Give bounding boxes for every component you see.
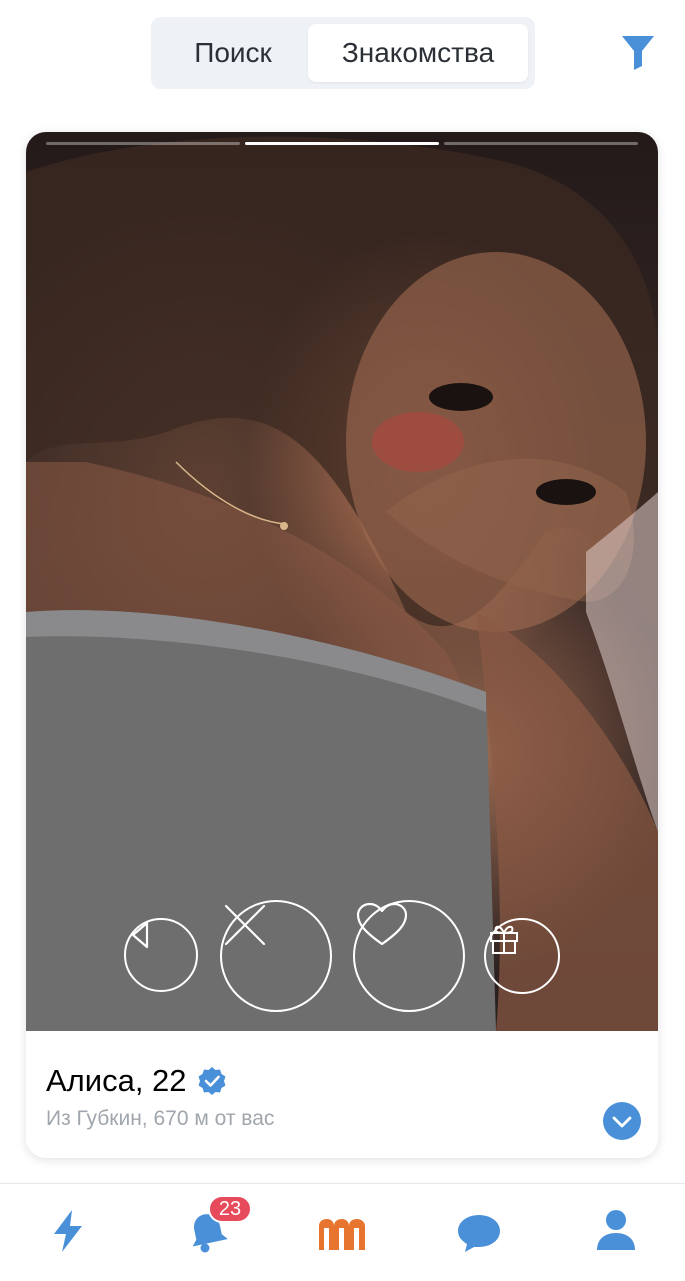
- gift-icon: [490, 925, 518, 954]
- back-icon: [131, 921, 149, 949]
- profile-photo[interactable]: [26, 132, 658, 1031]
- notifications-badge: 23: [208, 1195, 252, 1223]
- chevron-down-icon: [603, 1102, 641, 1140]
- name-row: Алиса, 22: [46, 1063, 227, 1099]
- progress-segment: [444, 142, 638, 145]
- progress-segment-active: [245, 142, 439, 145]
- profile-icon: [597, 1210, 635, 1250]
- nav-lightning[interactable]: [50, 1208, 86, 1259]
- dating-logo-icon: [319, 1219, 365, 1250]
- profile-location: Из Губкин, 670 м от вас: [46, 1107, 275, 1130]
- back-button[interactable]: [124, 918, 198, 992]
- dislike-button[interactable]: [220, 900, 332, 1012]
- profile-card[interactable]: Алиса, 22 Из Губкин, 670 м от вас: [26, 132, 658, 1158]
- gift-button[interactable]: [484, 918, 560, 994]
- chat-icon: [458, 1215, 500, 1252]
- nav-messages[interactable]: [456, 1212, 502, 1259]
- tab-dating[interactable]: Знакомства: [308, 24, 528, 82]
- tab-search[interactable]: Поиск: [158, 24, 308, 82]
- heart-icon: [356, 902, 408, 946]
- profile-name-age: Алиса, 22: [46, 1063, 187, 1098]
- profile-info: Алиса, 22 Из Губкин, 670 м от вас: [26, 1031, 658, 1158]
- photo-progress: [46, 142, 638, 145]
- expand-button[interactable]: [603, 1102, 641, 1140]
- segmented-control: Поиск Знакомства: [151, 17, 535, 89]
- progress-segment: [46, 142, 240, 145]
- close-icon: [224, 904, 266, 946]
- lightning-icon: [54, 1210, 82, 1252]
- nav-profile[interactable]: [595, 1208, 637, 1257]
- like-button[interactable]: [353, 900, 465, 1012]
- nav-dating[interactable]: [316, 1216, 368, 1257]
- verified-icon: [198, 1067, 226, 1095]
- filter-icon[interactable]: [620, 32, 660, 72]
